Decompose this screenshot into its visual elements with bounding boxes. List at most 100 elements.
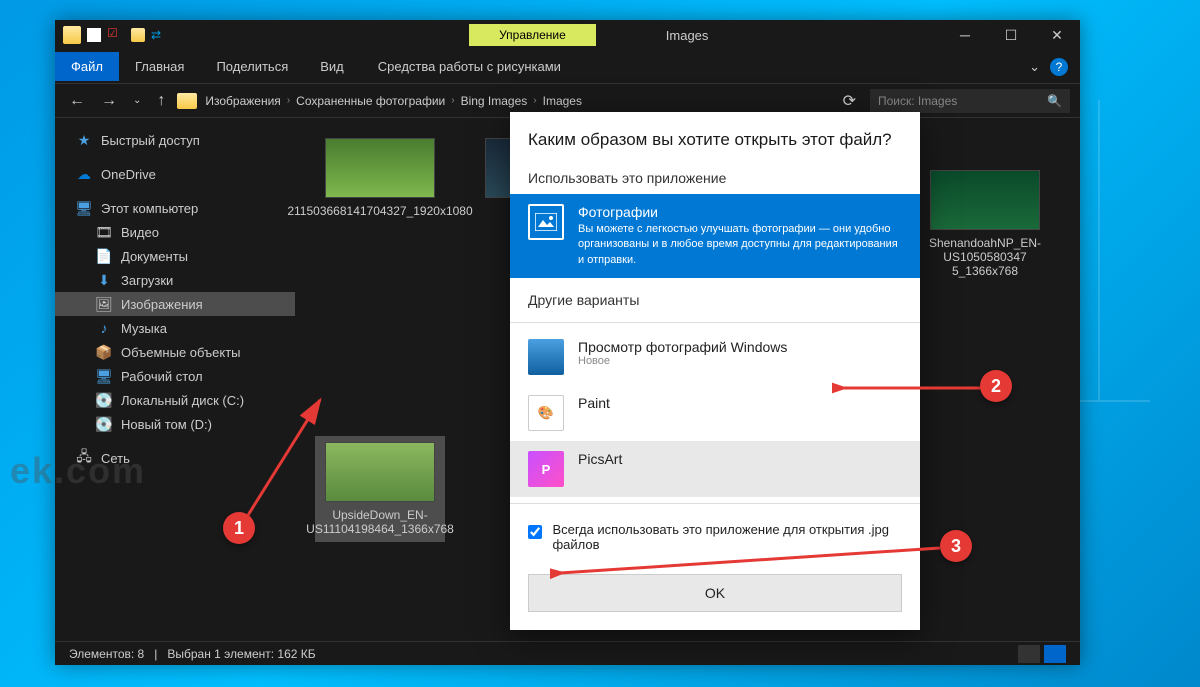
- breadcrumb-item[interactable]: Bing Images: [461, 94, 528, 108]
- file-name: UpsideDown_EN-US11104198464_1366x768: [306, 508, 454, 536]
- refresh-icon[interactable]: ⟳: [837, 91, 862, 111]
- video-icon: 🎞: [95, 224, 113, 240]
- ok-button[interactable]: OK: [528, 574, 902, 612]
- app-name: PicsArt: [578, 451, 902, 467]
- cube-icon: 📦: [95, 344, 113, 360]
- callout-3: 3: [940, 530, 972, 562]
- up-button[interactable]: ↑: [153, 92, 169, 110]
- qat-folder-icon[interactable]: [131, 28, 145, 42]
- sidebar-onedrive[interactable]: ☁OneDrive: [55, 162, 295, 186]
- drive-icon: 💽: [95, 392, 113, 408]
- window-title: Images: [666, 28, 709, 43]
- always-checkbox[interactable]: [528, 524, 542, 540]
- app-name: Просмотр фотографий Windows: [578, 339, 902, 355]
- star-icon: ★: [75, 132, 93, 148]
- sidebar-item-downloads[interactable]: ⬇Загрузки: [55, 268, 295, 292]
- chevron-right-icon: ›: [533, 95, 536, 106]
- maximize-button[interactable]: ☐: [988, 20, 1034, 50]
- sidebar-item-desktop[interactable]: 🖥Рабочий стол: [55, 364, 295, 388]
- file-item[interactable]: ShenandoahNP_EN-US1050580347 5_1366x768: [920, 170, 1050, 278]
- close-button[interactable]: ✕: [1034, 20, 1080, 50]
- callout-1: 1: [223, 512, 255, 544]
- watermark: ek.com: [10, 450, 146, 492]
- sidebar-item-pictures[interactable]: 🖼Изображения: [55, 292, 295, 316]
- view-details-button[interactable]: [1018, 645, 1040, 663]
- photos-icon: [528, 204, 564, 240]
- breadcrumb-item[interactable]: Изображения: [205, 94, 280, 108]
- sidebar-quick-access[interactable]: ★Быстрый доступ: [55, 128, 295, 152]
- titlebar: ☑ ⇄ Управление Images ─ ☐ ✕: [55, 20, 1080, 50]
- search-placeholder: Поиск: Images: [878, 94, 957, 108]
- paint-icon: 🎨: [528, 395, 564, 431]
- ribbon-tab-share[interactable]: Поделиться: [200, 52, 304, 81]
- dialog-section-use: Использовать это приложение: [510, 162, 920, 194]
- divider: [510, 503, 920, 504]
- dialog-section-other: Другие варианты: [510, 284, 920, 316]
- back-button[interactable]: ←: [65, 92, 89, 110]
- sidebar-item-drive-c[interactable]: 💽Локальный диск (C:): [55, 388, 295, 412]
- windows-photo-viewer-icon: [528, 339, 564, 375]
- status-selected: Выбран 1 элемент: 162 КБ: [167, 647, 315, 661]
- sidebar-this-pc[interactable]: 🖥Этот компьютер: [55, 196, 295, 220]
- search-icon: 🔍: [1047, 94, 1062, 108]
- sidebar-item-music[interactable]: ♪Музыка: [55, 316, 295, 340]
- download-icon: ⬇: [95, 272, 113, 288]
- file-menu[interactable]: Файл: [55, 52, 119, 81]
- app-name: Paint: [578, 395, 902, 411]
- divider: [510, 322, 920, 323]
- always-use-checkbox-row[interactable]: Всегда использовать это приложение для о…: [510, 510, 920, 564]
- address-folder-icon: [177, 93, 197, 109]
- ribbon-tab-view[interactable]: Вид: [304, 52, 360, 81]
- dialog-title: Каким образом вы хотите открыть этот фай…: [510, 112, 920, 162]
- app-option-paint[interactable]: 🎨 Paint: [510, 385, 920, 441]
- app-description: Вы можете с легкостью улучшать фотографи…: [578, 222, 902, 268]
- qat-icons: ☑ ⇄: [55, 26, 169, 44]
- file-item-selected[interactable]: UpsideDown_EN-US11104198464_1366x768: [315, 436, 445, 542]
- navigation-pane: ★Быстрый доступ ☁OneDrive 🖥Этот компьюте…: [55, 118, 295, 641]
- ribbon-tab-picture-tools[interactable]: Средства работы с рисунками: [360, 52, 579, 81]
- file-name: ShenandoahNP_EN-US1050580347 5_1366x768: [920, 236, 1050, 278]
- sidebar-item-videos[interactable]: 🎞Видео: [55, 220, 295, 244]
- ribbon-tab-home[interactable]: Главная: [119, 52, 200, 81]
- address-bar[interactable]: Изображения › Сохраненные фотографии › B…: [205, 94, 828, 108]
- file-name: 211503668141704327_1920x1080: [287, 204, 472, 218]
- thumbnail: [930, 170, 1040, 230]
- app-option-picsart[interactable]: P PicsArt: [510, 441, 920, 497]
- pictures-icon: 🖼: [95, 296, 113, 312]
- chevron-right-icon: ›: [451, 95, 454, 106]
- help-icon[interactable]: ?: [1050, 58, 1068, 76]
- breadcrumb-item[interactable]: Сохраненные фотографии: [296, 94, 445, 108]
- thumbnail: [325, 442, 435, 502]
- context-tab-header: Управление: [469, 24, 596, 46]
- app-new-label: Новое: [578, 355, 902, 367]
- view-thumbnails-button[interactable]: [1044, 645, 1066, 663]
- music-icon: ♪: [95, 320, 113, 336]
- forward-button[interactable]: →: [97, 92, 121, 110]
- desktop-icon: 🖥: [95, 368, 113, 384]
- qat-icon[interactable]: [87, 28, 101, 42]
- status-divider: |: [154, 647, 157, 661]
- file-item[interactable]: 211503668141704327_1920x1080: [315, 138, 445, 218]
- drive-icon: 💽: [95, 416, 113, 432]
- app-option-wpv[interactable]: Просмотр фотографий Windows Новое: [510, 329, 920, 385]
- status-bar: Элементов: 8 | Выбран 1 элемент: 162 КБ: [55, 641, 1080, 665]
- sidebar-item-documents[interactable]: 📄Документы: [55, 244, 295, 268]
- search-input[interactable]: Поиск: Images 🔍: [870, 89, 1070, 113]
- qat-checkbox-icon[interactable]: ☑: [107, 26, 125, 44]
- status-elements: Элементов: 8: [69, 647, 144, 661]
- ribbon: Файл Главная Поделиться Вид Средства раб…: [55, 50, 1080, 84]
- cloud-icon: ☁: [75, 166, 93, 182]
- chevron-right-icon: ›: [287, 95, 290, 106]
- qat-dropdown-icon[interactable]: ⇄: [151, 28, 161, 42]
- breadcrumb-item[interactable]: Images: [543, 94, 582, 108]
- always-label: Всегда использовать это приложение для о…: [552, 522, 902, 552]
- minimize-button[interactable]: ─: [942, 20, 988, 50]
- open-with-dialog: Каким образом вы хотите открыть этот фай…: [510, 112, 920, 630]
- recent-dropdown[interactable]: ⌄: [129, 95, 145, 106]
- ribbon-expand-icon[interactable]: ⌄: [1029, 59, 1040, 75]
- app-option-photos[interactable]: Фотографии Вы можете с легкостью улучшат…: [510, 194, 920, 278]
- pc-icon: 🖥: [75, 200, 93, 216]
- sidebar-item-drive-d[interactable]: 💽Новый том (D:): [55, 412, 295, 436]
- sidebar-item-3d-objects[interactable]: 📦Объемные объекты: [55, 340, 295, 364]
- folder-icon: [63, 26, 81, 44]
